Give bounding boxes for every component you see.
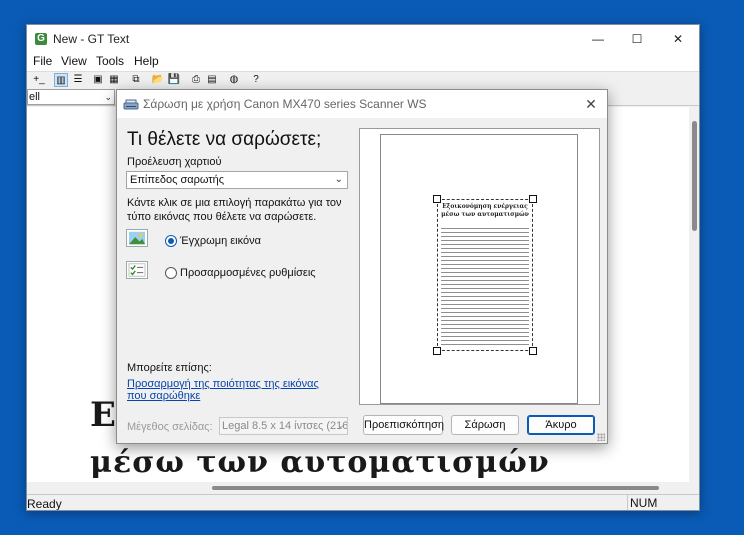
- maximize-button[interactable]: ☐: [620, 29, 654, 49]
- vertical-scroll-thumb[interactable]: [692, 121, 697, 231]
- vertical-scrollbar[interactable]: [689, 107, 699, 482]
- layout-list-icon[interactable]: ☰: [71, 73, 85, 87]
- page-size-select[interactable]: Legal 8.5 x 14 ίντσες (216 x ⌄: [219, 417, 348, 435]
- custom-settings-label[interactable]: Προσαρμοσμένες ρυθμίσεις: [180, 267, 316, 279]
- scan-dialog: Σάρωση με χρήση Canon MX470 series Scann…: [116, 89, 608, 444]
- help-icon[interactable]: ?: [249, 73, 263, 87]
- status-bar: Ready NUM: [27, 494, 699, 511]
- document-text-line1: E: [90, 395, 116, 435]
- menu-bar: File View Tools Help: [27, 53, 699, 71]
- copy-icon[interactable]: ⧉: [129, 73, 143, 87]
- save-icon[interactable]: 💾: [167, 73, 181, 87]
- minimize-button[interactable]: —: [581, 29, 615, 49]
- color-picture-label[interactable]: Έγχρωμη εικόνα: [180, 235, 261, 247]
- toolbar: +_ ▥ ☰ ▣ ▦ ⧉ 📂 💾 ⎙ ▤ ◍ ?: [27, 71, 699, 89]
- thumbnail-icon[interactable]: ▦: [107, 73, 121, 87]
- scan-button[interactable]: Σάρωση: [451, 415, 519, 435]
- title-bar: G New - GT Text — ☐ ✕: [27, 25, 699, 53]
- preview-button[interactable]: Προεπισκόπηση: [363, 415, 444, 435]
- page-size-label: Μέγεθος σελίδας:: [127, 421, 213, 433]
- preview-page: Εξοικονόμηση ενέργειας μέσω των αυτοματι…: [380, 134, 578, 404]
- chevron-down-icon: ⌄: [104, 92, 112, 102]
- proofread-icon[interactable]: ◍: [227, 73, 241, 87]
- layout-two-column-icon[interactable]: ▥: [54, 73, 68, 87]
- adjust-quality-link[interactable]: Προσαρμογή της ποιότητας της εικόνας που…: [127, 378, 332, 402]
- paper-source-select[interactable]: Επίπεδος σαρωτής ⌄: [126, 171, 348, 189]
- selection-handle-bottom-left[interactable]: [433, 347, 441, 355]
- menu-tools[interactable]: Tools: [96, 54, 124, 68]
- status-num-lock: NUM: [627, 495, 657, 510]
- preview-document-title: Εξοικονόμηση ενέργειας μέσω των αυτοματι…: [441, 203, 529, 218]
- scan-page-icon[interactable]: ▣: [91, 73, 105, 87]
- menu-file[interactable]: File: [33, 54, 52, 68]
- horizontal-scrollbar[interactable]: [27, 482, 689, 494]
- close-button[interactable]: ✕: [661, 29, 695, 49]
- dialog-title: Σάρωση με χρήση Canon MX470 series Scann…: [143, 97, 427, 111]
- dialog-close-button[interactable]: ✕: [581, 94, 601, 114]
- page-size-value: Legal 8.5 x 14 ίντσες (216 x: [222, 420, 348, 432]
- status-ready: Ready: [27, 497, 62, 511]
- selection-handle-bottom-right[interactable]: [529, 347, 537, 355]
- font-combo-value: ell: [29, 91, 41, 103]
- window-title: New - GT Text: [53, 32, 130, 46]
- scanner-icon: [123, 99, 139, 110]
- chevron-down-icon: ⌄: [334, 174, 343, 185]
- paper-source-value: Επίπεδος σαρωτής: [130, 174, 225, 186]
- print-icon[interactable]: ⎙: [189, 73, 203, 87]
- add-text-icon[interactable]: +_: [32, 73, 46, 87]
- menu-help[interactable]: Help: [134, 54, 159, 68]
- color-picture-icon[interactable]: [126, 229, 148, 247]
- resize-grip-icon[interactable]: [597, 433, 605, 441]
- dialog-title-bar: Σάρωση με χρήση Canon MX470 series Scann…: [117, 90, 607, 118]
- chevron-down-icon: ⌄: [336, 420, 345, 431]
- color-picture-radio[interactable]: [165, 235, 177, 247]
- font-combo[interactable]: ell ⌄: [27, 89, 115, 105]
- document-text-line2: μέσω των αυτοματισμών: [90, 445, 550, 480]
- scan-instructions: Κάντε κλικ σε μια επιλογή παρακάτω για τ…: [127, 197, 342, 223]
- selection-handle-top-right[interactable]: [529, 195, 537, 203]
- scan-icon[interactable]: ▤: [205, 73, 219, 87]
- menu-view[interactable]: View: [61, 54, 87, 68]
- horizontal-scroll-thumb[interactable]: [212, 486, 659, 490]
- app-logo-icon: G: [35, 33, 47, 45]
- paper-source-label: Προέλευση χαρτιού: [127, 156, 222, 168]
- preview-document-body: [441, 228, 529, 346]
- cancel-button[interactable]: Άκυρο: [527, 415, 595, 435]
- custom-settings-radio[interactable]: [165, 267, 177, 279]
- selection-handle-top-left[interactable]: [433, 195, 441, 203]
- also-label: Μπορείτε επίσης:: [127, 362, 212, 374]
- open-folder-icon[interactable]: 📂: [151, 73, 165, 87]
- dialog-heading: Τι θέλετε να σαρώσετε;: [127, 129, 322, 150]
- scan-preview-area[interactable]: Εξοικονόμηση ενέργειας μέσω των αυτοματι…: [359, 128, 600, 405]
- custom-settings-icon[interactable]: [126, 261, 148, 279]
